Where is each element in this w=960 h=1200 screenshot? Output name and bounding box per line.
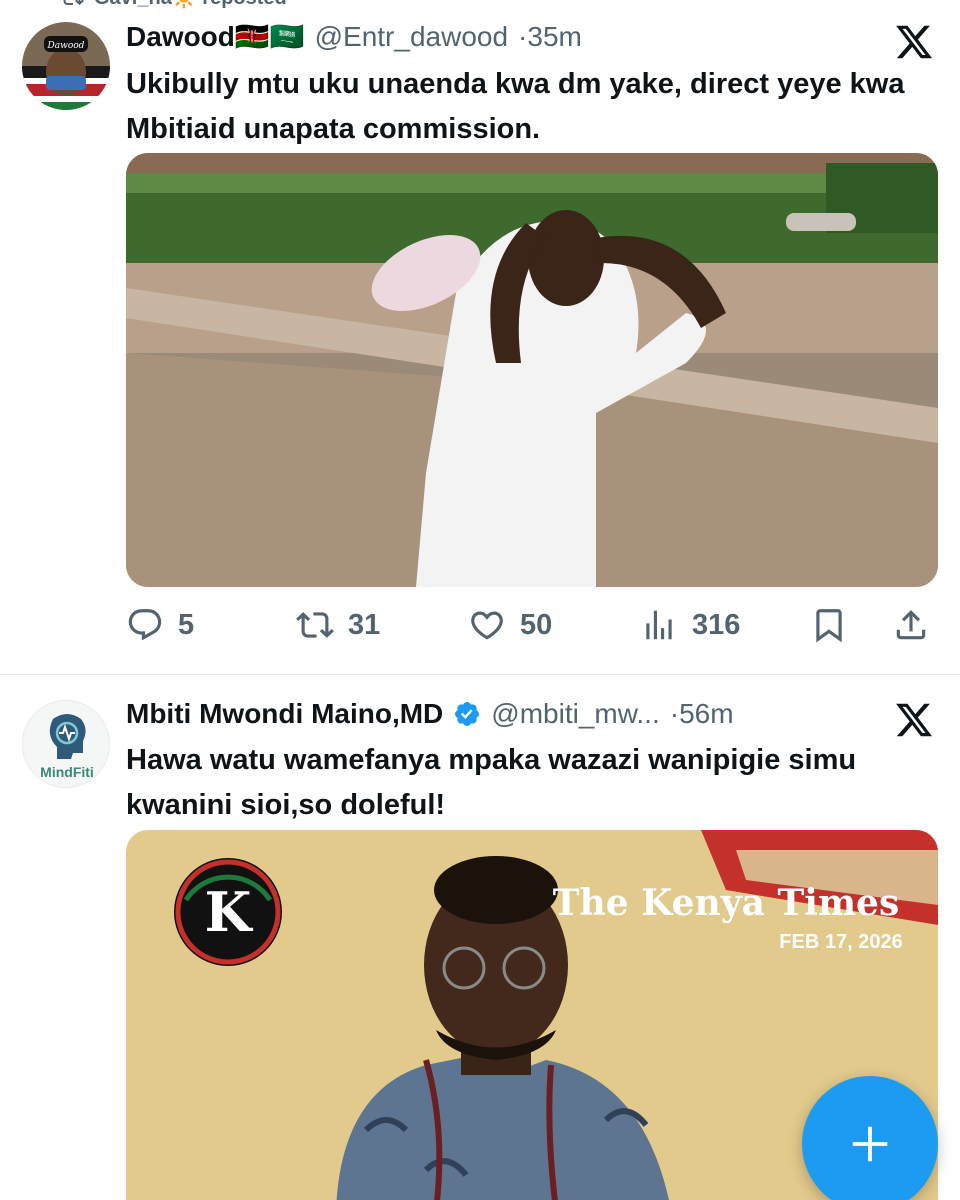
tweet-header: Mbiti Mwondi Maino,MD @mbiti_mw... · 56m [126,698,734,730]
views-count: 316 [692,608,741,641]
tweet-actions: 5 31 50 316 [126,606,938,646]
avatar[interactable]: MindFiti [22,700,110,788]
avatar-label: Dawood [47,41,85,51]
avatar[interactable]: Dawood [22,22,110,110]
tweet-header: Dawood🇰🇪🇸🇦 @Entr_dawood · 35m [126,20,582,53]
tweet-image[interactable] [126,153,938,587]
media-logo-letter: K [205,880,254,944]
repost-button[interactable]: 31 [296,606,380,644]
share-icon [896,610,926,640]
display-name[interactable]: Dawood🇰🇪🇸🇦 [126,20,305,53]
plus-icon [852,1126,888,1162]
repost-icon [63,0,84,6]
media-date: FEB 17, 2026 [779,931,902,953]
handle[interactable]: @mbiti_mw... [491,698,659,730]
reply-icon [128,609,162,641]
verified-icon [455,702,480,726]
views-icon [646,610,672,640]
avatar-label: MindFiti [40,764,94,780]
x-logo-icon [896,703,933,737]
x-logo-icon [896,25,933,59]
timestamp[interactable]: 35m [527,21,581,53]
media-masthead: The Kenya Times [553,882,899,924]
share-button[interactable] [892,606,930,644]
repost-banner[interactable]: Gavi_ha🔆 reposted [60,0,287,10]
separator: · [669,698,680,729]
reply-button[interactable]: 5 [126,606,194,644]
repost-count: 31 [348,608,381,641]
repost-icon [296,612,334,638]
timestamp[interactable]: 56m [679,698,733,730]
tweet[interactable]: Dawood Dawood🇰🇪🇸🇦 @Entr_dawood · 35m Uki… [0,10,960,675]
bookmark-icon [816,609,842,643]
tweet-text: Ukibully mtu uku unaenda kwa dm yake, di… [126,68,905,145]
like-count: 50 [520,608,553,641]
handle[interactable]: @Entr_dawood [315,21,508,53]
bookmark-button[interactable] [810,606,848,644]
separator: · [518,20,528,52]
like-button[interactable]: 50 [468,606,552,644]
views-button[interactable]: 316 [640,606,740,644]
tweet-text: Hawa watu wamefanya mpaka wazazi wanipig… [126,744,857,821]
like-icon [471,611,503,640]
compose-button[interactable] [802,1076,938,1200]
display-name[interactable]: Mbiti Mwondi Maino,MD [126,698,443,730]
reply-count: 5 [178,608,195,641]
repost-banner-text: Gavi_ha🔆 reposted [94,0,287,10]
